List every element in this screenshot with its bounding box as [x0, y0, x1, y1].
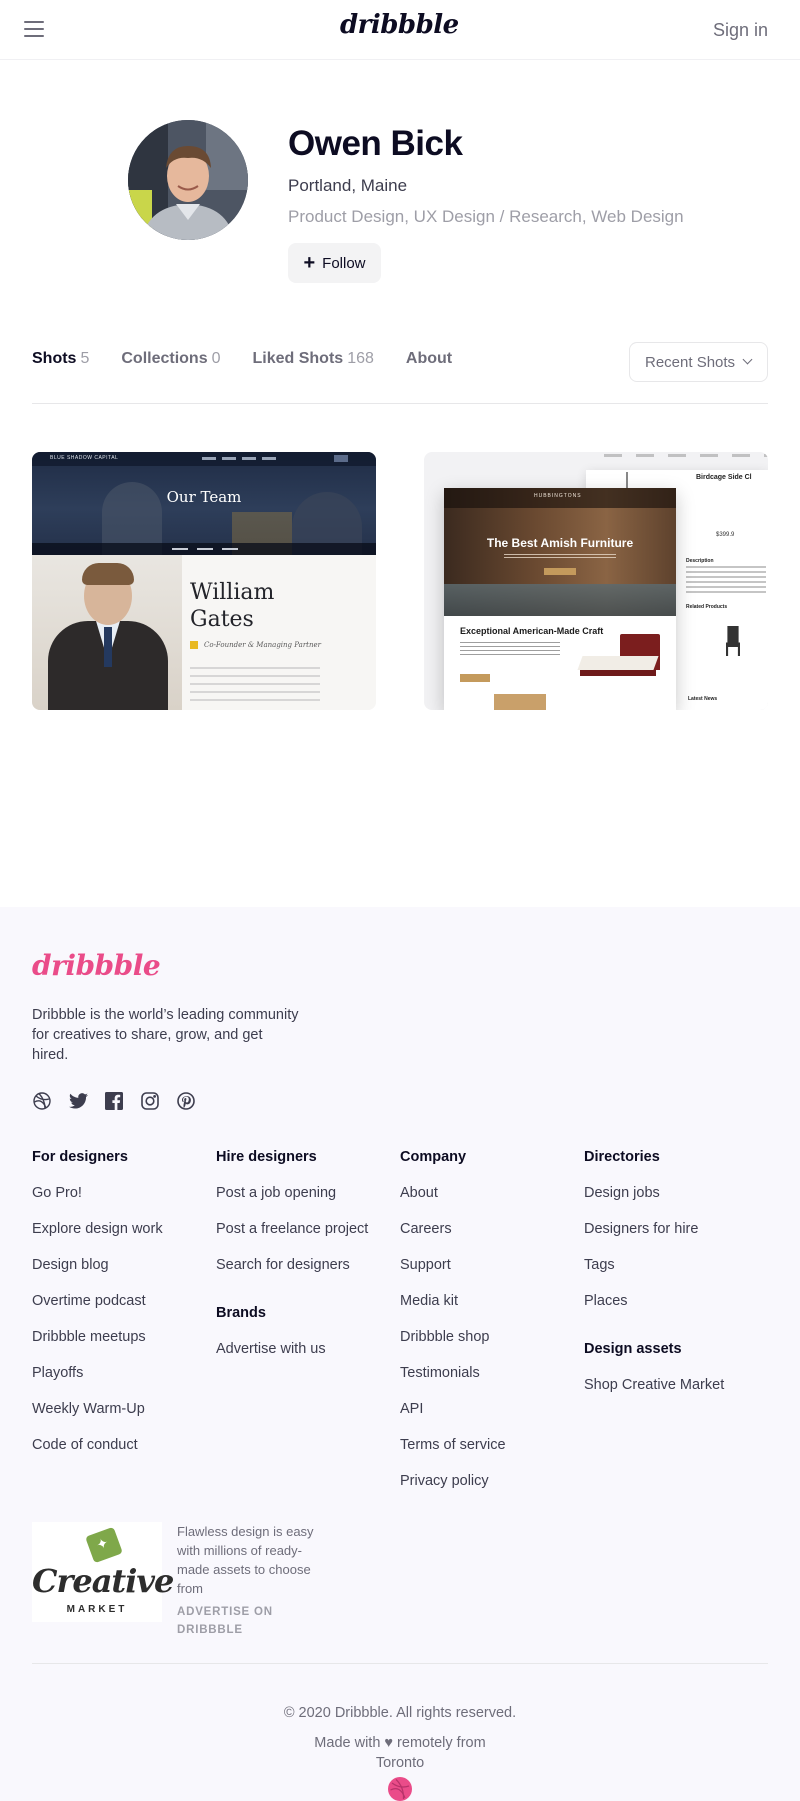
shot-card[interactable]: Birdcage Side Cl $399.9 Description Rela…: [424, 452, 768, 710]
footer-link-conduct[interactable]: Code of conduct: [32, 1437, 216, 1473]
footer-link-careers[interactable]: Careers: [400, 1221, 584, 1257]
tab-collections[interactable]: Collections 0: [121, 350, 220, 368]
footer-dribbble-logo[interactable]: dribbble: [32, 949, 161, 982]
ad-copy[interactable]: Flawless design is easy with millions of…: [177, 1522, 327, 1598]
shot-brand-text: HUBBINGTONS: [534, 493, 582, 499]
footer-link-post-freelance[interactable]: Post a freelance project: [216, 1221, 400, 1257]
shot-bio-panel: William Gates Co-Founder & Managing Partn…: [182, 555, 376, 710]
footer-heading: Design assets: [584, 1341, 682, 1357]
site-footer: dribbble Dribbble is the world’s leading…: [0, 907, 800, 1801]
footer-column-company: Company About Careers Support Media kit …: [400, 1149, 584, 1509]
footer-heading: Brands: [216, 1305, 266, 1321]
profile-location: Portland, Maine: [288, 176, 408, 195]
shot-brand-text: BLUE SHADOW CAPITAL: [50, 455, 119, 461]
footer-link-designers-for-hire[interactable]: Designers for hire: [584, 1221, 768, 1257]
footer-heading: Hire designers: [216, 1149, 317, 1165]
shot-person-role: Co-Founder & Managing Partner: [190, 641, 321, 649]
shot-related-label: Related Products: [686, 604, 728, 610]
price-tag-icon: [85, 1526, 123, 1564]
footer-column-designers: For designers Go Pro! Explore design wor…: [32, 1149, 216, 1473]
shot-portrait-image: [32, 555, 182, 710]
shot-news-label: Latest News: [688, 696, 718, 702]
footer-heading: For designers: [32, 1149, 128, 1165]
facebook-icon[interactable]: [104, 1091, 124, 1111]
shot-product-title: Birdcage Side Cl: [696, 474, 752, 481]
pinterest-icon[interactable]: [176, 1091, 196, 1111]
footer-link-search-designers[interactable]: Search for designers: [216, 1257, 400, 1293]
follow-button[interactable]: + Follow: [288, 243, 381, 283]
footer-column-hire: Hire designers Post a job opening Post a…: [216, 1149, 400, 1377]
sort-selected: Recent Shots: [645, 353, 736, 371]
shot-card[interactable]: BLUE SHADOW CAPITAL Our Team William Gate…: [32, 452, 376, 710]
dribbble-ball-icon[interactable]: [388, 1777, 412, 1801]
footer-link-go-pro[interactable]: Go Pro!: [32, 1185, 216, 1221]
copyright-text: © 2020 Dribbble. All rights reserved.: [283, 1705, 517, 1721]
footer-link-about[interactable]: About: [400, 1185, 584, 1221]
footer-link-api[interactable]: API: [400, 1401, 584, 1437]
footer-link-terms[interactable]: Terms of service: [400, 1437, 584, 1473]
footer-link-warmup[interactable]: Weekly Warm-Up: [32, 1401, 216, 1437]
footer-link-testimonials[interactable]: Testimonials: [400, 1365, 584, 1401]
footer-divider: [32, 1663, 768, 1664]
tab-about[interactable]: About: [406, 350, 452, 368]
dribbble-icon[interactable]: [32, 1091, 52, 1111]
profile-skills: Product Design, UX Design / Research, We…: [288, 207, 684, 226]
footer-link-shop[interactable]: Dribbble shop: [400, 1329, 584, 1365]
footer-link-advertise[interactable]: Advertise with us: [216, 1341, 400, 1377]
made-with-text: Made with ♥ remotely from Toronto: [314, 1735, 486, 1771]
footer-link-places[interactable]: Places: [584, 1293, 768, 1329]
footer-ad: Creative MARKET Flawless design is easy …: [32, 1515, 332, 1636]
footer-link-support[interactable]: Support: [400, 1257, 584, 1293]
footer-link-privacy[interactable]: Privacy policy: [400, 1473, 584, 1509]
tab-liked-shots[interactable]: Liked Shots 168: [253, 350, 374, 368]
footer-link-meetups[interactable]: Dribbble meetups: [32, 1329, 216, 1365]
footer-link-tags[interactable]: Tags: [584, 1257, 768, 1293]
dribbble-logo[interactable]: dribbble: [340, 10, 459, 40]
instagram-icon[interactable]: [140, 1091, 160, 1111]
footer-link-design-jobs[interactable]: Design jobs: [584, 1185, 768, 1221]
social-links: [32, 1091, 196, 1111]
footer-heading: Company: [400, 1149, 467, 1165]
footer-link-post-job[interactable]: Post a job opening: [216, 1185, 400, 1221]
profile-avatar: [128, 120, 248, 240]
shot-person-name: William Gates: [190, 580, 275, 632]
chevron-down-icon: [742, 354, 753, 365]
shot-hero-image: BLUE SHADOW CAPITAL Our Team: [32, 452, 376, 555]
creative-market-ad-image[interactable]: Creative MARKET: [32, 1522, 174, 1622]
hamburger-menu-icon[interactable]: [24, 21, 44, 39]
top-navigation-bar: dribbble Sign in: [0, 0, 800, 60]
footer-column-directories: Directories Design jobs Designers for hi…: [584, 1149, 768, 1413]
tab-shots[interactable]: Shots 5: [32, 350, 89, 368]
shot-hero-title: Our Team: [166, 488, 242, 506]
shot-product-price: $399.9: [716, 532, 735, 538]
advertise-on-dribbble-link[interactable]: ADVERTISE ON DRIBBBLE: [177, 1603, 297, 1639]
profile-name: Owen Bick: [288, 124, 463, 163]
sign-in-link[interactable]: Sign in: [713, 20, 768, 41]
profile-tabs: Shots 5 Collections 0 Liked Shots 168 About: [32, 350, 484, 368]
ad-logo-text: Creative: [32, 1562, 174, 1600]
follow-label: Follow: [322, 254, 366, 272]
shot-hero-title: The Best Amish Furniture: [486, 536, 634, 550]
shot-description-label: Description: [686, 558, 714, 564]
footer-link-explore[interactable]: Explore design work: [32, 1221, 216, 1257]
footer-link-creative-market[interactable]: Shop Creative Market: [584, 1377, 768, 1413]
footer-link-overtime[interactable]: Overtime podcast: [32, 1293, 216, 1329]
twitter-icon[interactable]: [68, 1091, 88, 1111]
ad-logo-subtext: MARKET: [66, 1604, 128, 1615]
shot-home-page: HUBBINGTONS The Best Amish Furniture Exc…: [444, 488, 676, 710]
footer-link-design-blog[interactable]: Design blog: [32, 1257, 216, 1293]
tabs-divider: [32, 403, 768, 404]
sort-dropdown[interactable]: Recent Shots: [629, 342, 768, 382]
footer-link-media-kit[interactable]: Media kit: [400, 1293, 584, 1329]
plus-icon: +: [303, 252, 316, 274]
footer-tagline: Dribbble is the world’s leading communit…: [32, 1007, 299, 1063]
footer-heading: Directories: [584, 1149, 660, 1165]
footer-link-playoffs[interactable]: Playoffs: [32, 1365, 216, 1401]
